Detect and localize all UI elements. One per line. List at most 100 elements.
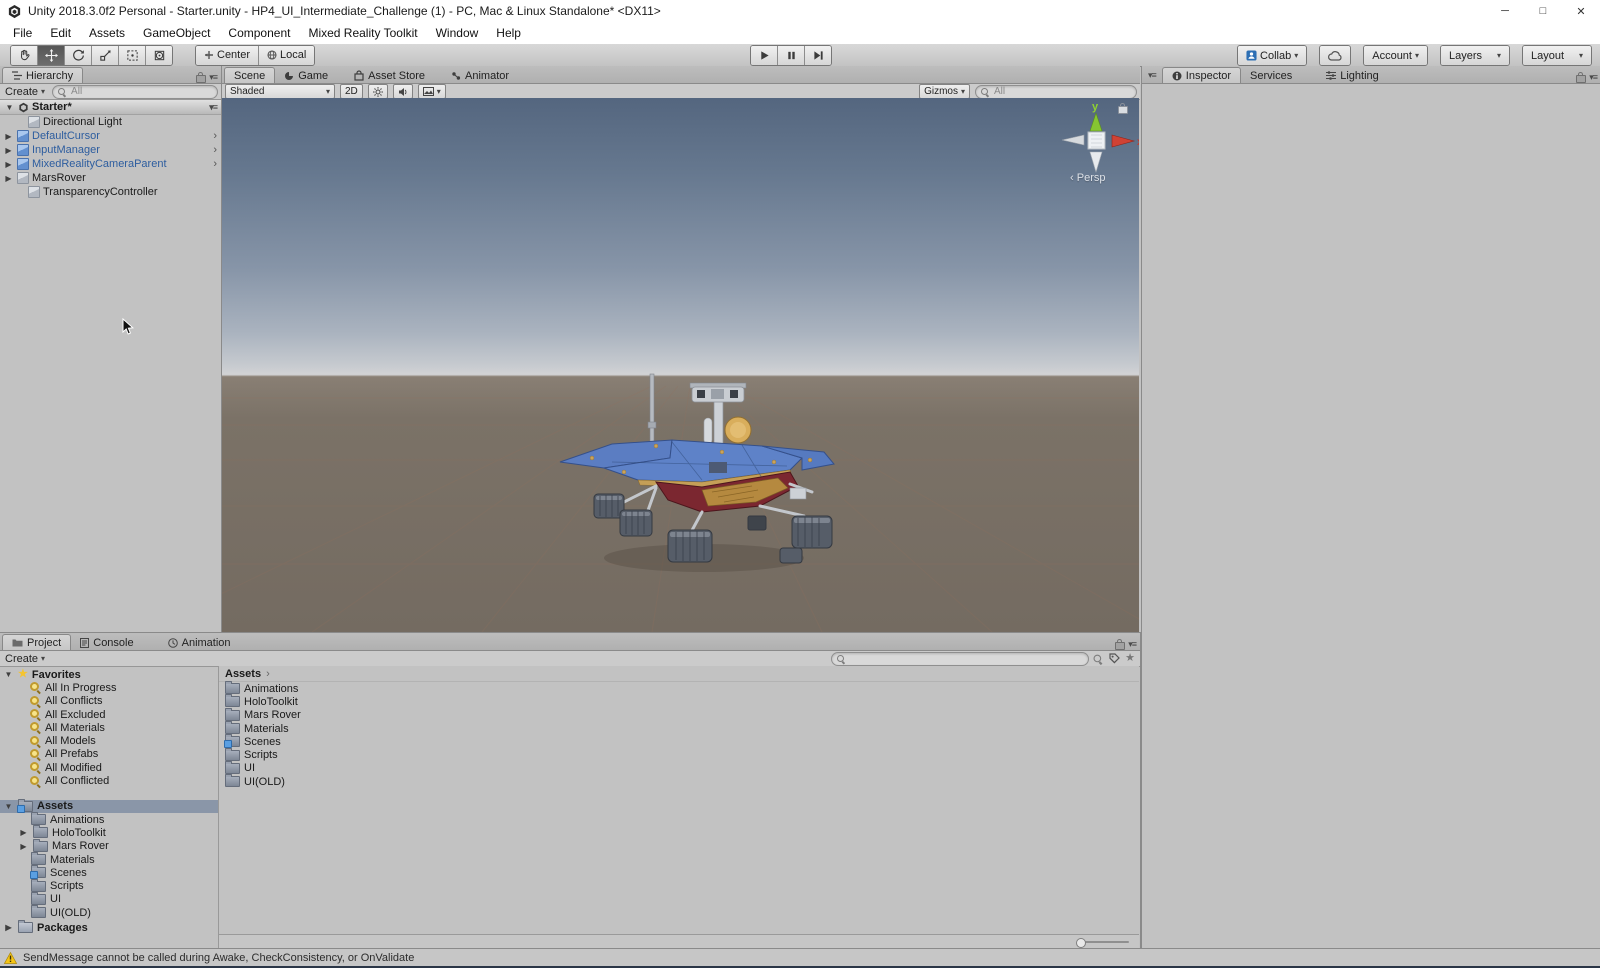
hierarchy-item-defaultcursor[interactable]: ▶ DefaultCursor › xyxy=(0,129,221,143)
foldout-icon[interactable]: ▼ xyxy=(4,103,15,112)
menu-help[interactable]: Help xyxy=(487,22,530,44)
scene-audio-toggle[interactable] xyxy=(392,84,413,99)
foldout-icon[interactable]: ▶ xyxy=(18,842,29,851)
favorite-all-modified[interactable]: All Modified xyxy=(0,761,218,774)
hierarchy-search-input[interactable]: All xyxy=(52,84,218,99)
tree-item-animations[interactable]: Animations xyxy=(0,812,218,826)
foldout-icon[interactable]: ▼ xyxy=(3,802,14,811)
favorite-all-materials[interactable]: All Materials xyxy=(0,721,218,734)
breadcrumb-root[interactable]: Assets xyxy=(225,668,261,680)
asset-item-animations[interactable]: Animations xyxy=(219,681,1139,695)
lock-icon[interactable] xyxy=(196,72,207,83)
search-by-type-icon[interactable] xyxy=(1093,653,1105,664)
menu-edit[interactable]: Edit xyxy=(41,22,80,44)
tree-item-mars-rover[interactable]: ▶ Mars Rover xyxy=(0,838,218,853)
hierarchy-create-button[interactable]: Create ▾ xyxy=(3,86,47,98)
statusbar[interactable]: SendMessage cannot be called during Awak… xyxy=(0,948,1600,967)
close-button[interactable]: ✕ xyxy=(1562,0,1600,22)
prefab-chevron-icon[interactable]: › xyxy=(213,158,217,170)
rotate-tool-button[interactable] xyxy=(65,45,92,65)
cloud-button[interactable] xyxy=(1320,46,1351,65)
tab-scene[interactable]: Scene xyxy=(224,67,276,83)
tab-asset-store[interactable]: Asset Store xyxy=(345,68,434,83)
shading-mode-dropdown[interactable]: Shaded ▾ xyxy=(225,84,335,99)
tab-game[interactable]: Game xyxy=(275,68,337,83)
step-button[interactable] xyxy=(805,46,831,65)
tree-item-materials[interactable]: Materials xyxy=(0,852,218,866)
tree-item-scenes[interactable]: Scenes xyxy=(0,865,218,880)
favorite-all-in-progress[interactable]: All In Progress xyxy=(0,681,218,694)
tab-animator[interactable]: Animator xyxy=(442,68,518,83)
pivot-toggle-button[interactable]: Center xyxy=(196,45,260,65)
favorite-all-conflicts[interactable]: All Conflicts xyxy=(0,695,218,708)
move-tool-button[interactable] xyxy=(38,45,65,65)
menu-component[interactable]: Component xyxy=(219,22,299,44)
panel-menu-icon[interactable]: ▾≡ xyxy=(1128,639,1137,650)
asset-item-scenes[interactable]: Scenes xyxy=(219,734,1139,749)
account-button[interactable]: Account ▾ xyxy=(1364,46,1427,65)
favorite-all-excluded[interactable]: All Excluded xyxy=(0,708,218,721)
collab-button[interactable]: Collab ▾ xyxy=(1238,46,1307,65)
panel-menu-icon[interactable]: ▾≡ xyxy=(209,72,218,83)
asset-item-materials[interactable]: Materials xyxy=(219,721,1139,735)
favorite-all-models[interactable]: All Models xyxy=(0,734,218,747)
play-button[interactable] xyxy=(751,46,778,65)
transform-tool-button[interactable] xyxy=(146,45,172,65)
space-toggle-button[interactable]: Local xyxy=(259,45,315,65)
menu-window[interactable]: Window xyxy=(427,22,488,44)
tab-animation[interactable]: Animation xyxy=(159,635,240,650)
scale-tool-button[interactable] xyxy=(92,45,119,65)
favorite-all-prefabs[interactable]: All Prefabs xyxy=(0,748,218,761)
panel-menu-icon[interactable]: ▾≡ xyxy=(1148,70,1157,81)
tree-item-assets-root[interactable]: ▼ Assets xyxy=(0,798,218,813)
asset-item-mars-rover[interactable]: Mars Rover xyxy=(219,707,1139,722)
search-by-label-icon[interactable] xyxy=(1109,653,1120,664)
hierarchy-item-mixedrealitycameraparent[interactable]: ▶ MixedRealityCameraParent › xyxy=(0,157,221,171)
scene-orientation-gizmo[interactable]: y x xyxy=(1050,100,1139,200)
thumbnail-zoom-slider[interactable] xyxy=(1076,938,1129,948)
scene-header-row[interactable]: ▼ Starter* ▾≡ xyxy=(0,100,221,115)
menu-gameobject[interactable]: GameObject xyxy=(134,22,219,44)
foldout-icon[interactable]: ▶ xyxy=(3,923,14,932)
prefab-chevron-icon[interactable]: › xyxy=(213,144,217,156)
rect-tool-button[interactable] xyxy=(119,45,146,65)
menu-mixed-reality-toolkit[interactable]: Mixed Reality Toolkit xyxy=(299,22,426,44)
save-search-icon[interactable]: ★ xyxy=(1125,653,1135,664)
tab-hierarchy[interactable]: Hierarchy xyxy=(2,67,84,83)
hierarchy-item-inputmanager[interactable]: ▶ InputManager › xyxy=(0,143,221,157)
2d-toggle-button[interactable]: 2D xyxy=(340,84,363,99)
scene-effects-dropdown[interactable]: ▾ xyxy=(417,84,446,99)
asset-item-scripts[interactable]: Scripts xyxy=(219,747,1139,761)
tree-item-ui-old[interactable]: UI(OLD) xyxy=(0,905,218,919)
tab-console[interactable]: Console xyxy=(71,635,142,650)
foldout-icon[interactable]: ▶ xyxy=(3,146,14,155)
foldout-icon[interactable]: ▶ xyxy=(3,160,14,169)
tree-item-ui[interactable]: UI xyxy=(0,891,218,906)
hierarchy-item-transparencycontroller[interactable]: TransparencyController xyxy=(0,185,221,199)
pause-button[interactable] xyxy=(778,46,805,65)
scene-gizmo-lock-icon[interactable] xyxy=(1118,103,1128,114)
foldout-icon[interactable]: ▶ xyxy=(3,132,14,141)
menu-assets[interactable]: Assets xyxy=(80,22,134,44)
projection-mode-label[interactable]: ‹ Persp xyxy=(1070,172,1105,184)
tree-item-packages[interactable]: ▶ Packages xyxy=(0,920,218,934)
gizmos-dropdown[interactable]: Gizmos ▾ xyxy=(919,84,970,99)
minimize-button[interactable]: ─ xyxy=(1486,0,1524,22)
hierarchy-item-marsrover[interactable]: ▶ MarsRover xyxy=(0,171,221,185)
scene-search-input[interactable]: All xyxy=(975,84,1137,99)
asset-item-ui[interactable]: UI xyxy=(219,760,1139,775)
scene-menu-icon[interactable]: ▾≡ xyxy=(209,102,218,113)
panel-menu-icon[interactable]: ▾≡ xyxy=(1589,72,1598,83)
menu-file[interactable]: File xyxy=(4,22,41,44)
asset-item-holotoolkit[interactable]: HoloToolkit xyxy=(219,694,1139,708)
slider-knob[interactable] xyxy=(1076,938,1086,948)
favorites-header[interactable]: ▼ ★ Favorites xyxy=(0,668,218,681)
asset-item-ui-old[interactable]: UI(OLD) xyxy=(219,774,1139,788)
hand-tool-button[interactable] xyxy=(11,45,38,65)
foldout-icon[interactable]: ▶ xyxy=(18,828,29,837)
tree-item-scripts[interactable]: Scripts xyxy=(0,878,218,892)
foldout-icon[interactable]: ▼ xyxy=(3,670,14,679)
tab-inspector[interactable]: Inspector xyxy=(1161,67,1242,83)
lock-icon[interactable] xyxy=(1576,72,1587,83)
layout-dropdown[interactable]: Layout ▾ xyxy=(1523,46,1591,65)
